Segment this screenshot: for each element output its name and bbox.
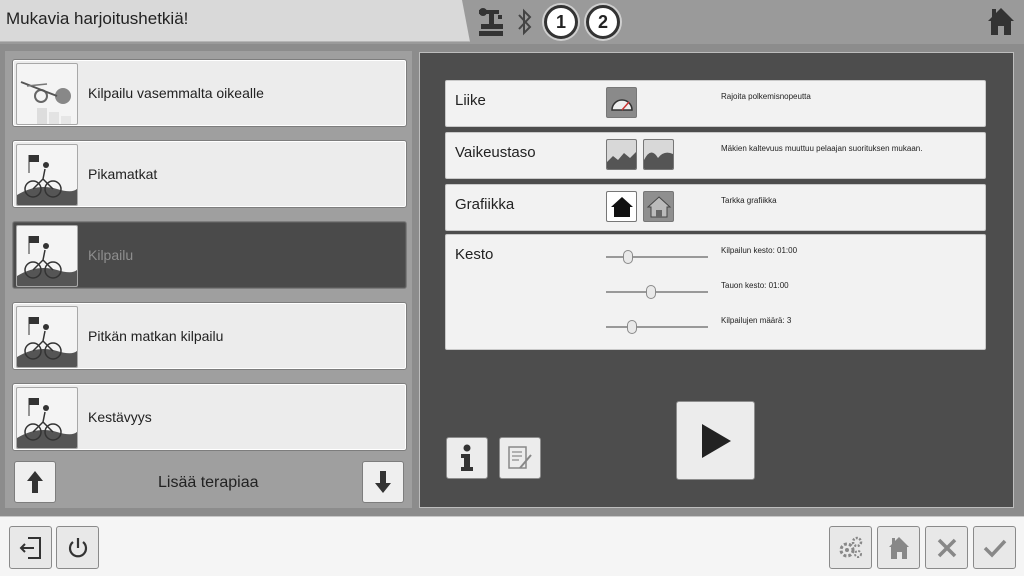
user-2-label: 2 [597,11,608,32]
slider-track [606,326,708,328]
setting-row-liike: Liike Rajoita polkemisnopeutta [445,80,986,127]
pause-duration-slider[interactable] [606,285,708,299]
scroll-down-button[interactable] [362,461,404,503]
list-item-selected[interactable]: Kilpailu [12,221,407,289]
hills-flat-icon[interactable] [606,139,637,170]
confirm-button[interactable] [973,526,1016,569]
list-item-label: Kilpailu [88,247,134,263]
info-button[interactable] [446,437,488,479]
page-title: Mukavia harjoitushetkiä! [6,9,189,28]
power-button[interactable] [56,526,99,569]
bluetooth-icon [514,7,536,37]
power-icon [68,537,87,557]
setting-title: Vaikeustaso [455,144,536,161]
list-item-label: Pikamatkat [88,166,158,182]
edit-notes-button[interactable] [499,437,541,479]
list-item[interactable]: Kilpailu vasemmalta oikealle [12,59,407,127]
list-item-label: Pitkän matkan kilpailu [88,328,224,344]
user-2-icon: 2 [586,5,620,39]
setting-row-vaikeustaso: Vaikeustaso Mäkien kaltevuus muuttuu pel… [445,132,986,179]
house-detailed-icon[interactable] [643,191,674,222]
setting-row-grafiikka: Grafiikka Tarkka grafiikka [445,184,986,231]
home-icon[interactable] [986,5,1016,37]
info-icon [461,444,473,471]
setting-title: Grafiikka [455,196,515,213]
house-simple-icon[interactable] [606,191,637,222]
confirm-icon [983,539,1006,558]
slider-track [606,291,708,293]
slider-label: Kilpailun kesto: 01:00 [721,246,798,255]
cyclist-icon [16,225,78,287]
setting-description: Tarkka grafiikka [721,196,777,205]
setting-description: Mäkien kaltevuus muuttuu pelaajan suorit… [721,144,923,153]
race-duration-slider[interactable] [606,250,708,264]
settings-gears-icon [839,536,862,558]
speedometer-icon[interactable] [606,87,637,118]
setting-row-kesto: Kesto Kilpailun kesto: 01:00 Tauon kesto… [445,234,986,350]
settings-panel: Liike Rajoita polkemisnopeutta Vaikeusta… [419,52,1014,508]
list-item-label: Kilpailu vasemmalta oikealle [88,85,264,101]
list-item[interactable]: Kestävyys [12,383,407,451]
slider-track [606,256,708,258]
user-1-label: 1 [555,11,566,32]
slider-label: Tauon kesto: 01:00 [721,281,789,290]
arrow-up-icon [27,471,43,493]
more-therapy-label: Lisää terapiaa [158,474,259,491]
edit-notes-icon [508,446,532,469]
bike-stand-icon [476,6,506,38]
race-left-right-icon [16,63,78,125]
logout-icon [19,536,41,559]
cancel-button[interactable] [925,526,968,569]
slider-thumb[interactable] [646,285,656,299]
list-item[interactable]: Pikamatkat [12,140,407,208]
list-item[interactable]: Pitkän matkan kilpailu [12,302,407,370]
cyclist-icon [16,306,78,368]
play-button[interactable] [676,401,755,480]
setting-title: Kesto [455,246,494,263]
header-bar: Mukavia harjoitushetkiä! 1 2 [0,0,1024,44]
play-icon [701,423,731,458]
footer-bar [0,516,1024,576]
cancel-icon [937,538,956,557]
cyclist-icon [16,387,78,449]
hills-steep-icon[interactable] [643,139,674,170]
settings-gears-button[interactable] [829,526,872,569]
home-settings-icon [888,536,909,559]
program-list-panel: Kilpailu vasemmalta oikealle Pikamatkat [5,51,412,508]
title-bar: Mukavia harjoitushetkiä! [0,0,470,42]
list-item-label: Kestävyys [88,409,152,425]
slider-thumb[interactable] [627,320,637,334]
scroll-up-button[interactable] [14,461,56,503]
home-settings-button[interactable] [877,526,920,569]
race-count-slider[interactable] [606,320,708,334]
logout-button[interactable] [9,526,52,569]
setting-title: Liike [455,92,486,109]
slider-thumb[interactable] [623,250,633,264]
cyclist-icon [16,144,78,206]
arrow-down-icon [375,471,391,493]
user-1-icon: 1 [544,5,578,39]
setting-description: Rajoita polkemisnopeutta [721,92,811,101]
status-indicators: 1 2 [476,4,620,40]
slider-label: Kilpailujen määrä: 3 [721,316,792,325]
